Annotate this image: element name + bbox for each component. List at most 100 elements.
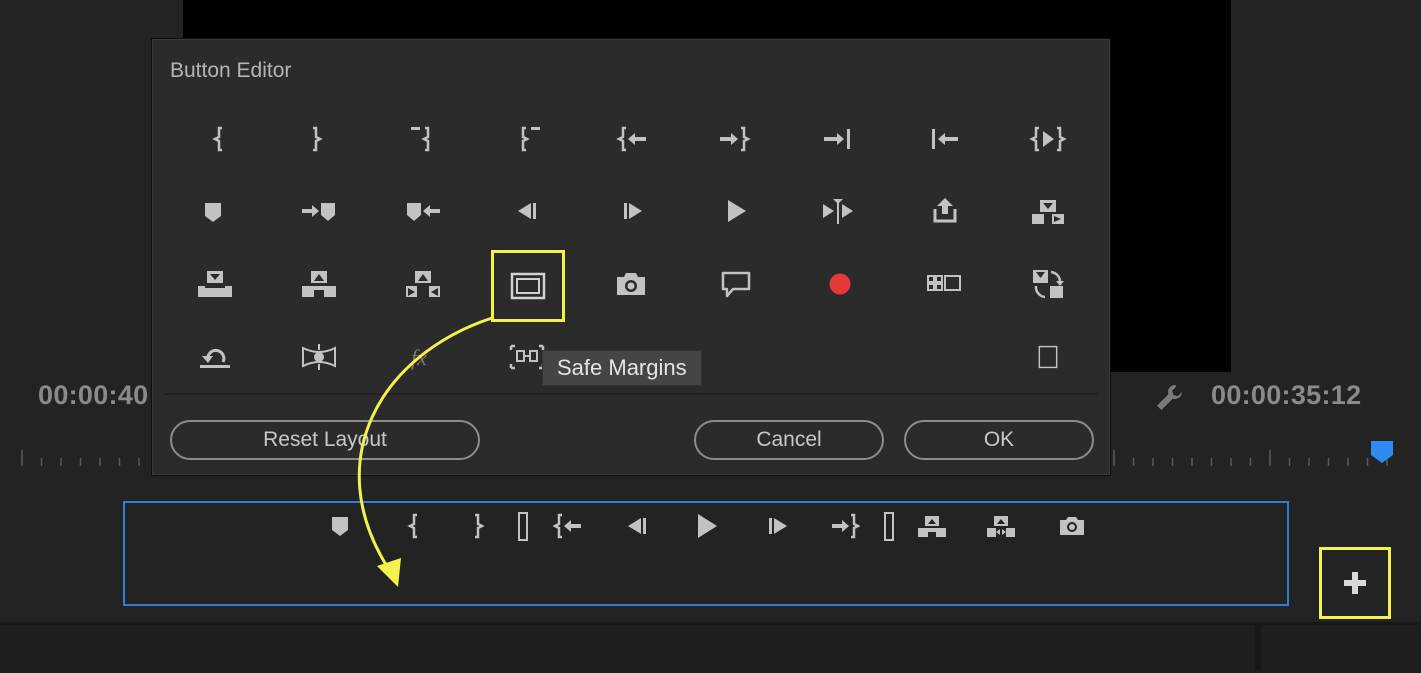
grid-extract[interactable] (1018, 186, 1078, 236)
play-in-to-out-icon (1029, 126, 1067, 152)
grid-loop[interactable] (185, 332, 245, 382)
grid-fx[interactable]: fx (393, 332, 453, 382)
playhead-marker[interactable] (1370, 440, 1394, 464)
bar-step-back[interactable] (617, 508, 657, 544)
multi-camera-icon (927, 275, 961, 291)
grid-toggle-proxies[interactable] (1018, 259, 1078, 309)
grid-lift[interactable] (914, 186, 974, 236)
bar-add-marker[interactable] (320, 508, 360, 544)
plus-icon (1344, 572, 1366, 594)
bar-export-frame[interactable] (1052, 508, 1092, 544)
bar-play[interactable] (686, 508, 726, 544)
record-icon (829, 273, 851, 295)
mark-out-icon (313, 126, 323, 152)
grid-go-to-next-edit[interactable] (808, 114, 868, 164)
grid-step-back[interactable] (497, 186, 557, 236)
dialog-separator (164, 393, 1098, 395)
grid-clear-out[interactable] (501, 114, 561, 164)
grid-mark-in[interactable] (189, 114, 249, 164)
button-editor-dialog: Button Editor fx Reset Layout Cancel OK (151, 38, 1111, 476)
bar-go-to-out[interactable] (825, 508, 865, 544)
svg-text:fx: fx (411, 345, 427, 370)
grid-go-to-next-marker[interactable] (289, 186, 349, 236)
bar-extract[interactable] (981, 508, 1021, 544)
clear-in-icon (411, 126, 430, 152)
mark-in-icon (212, 126, 222, 152)
go-to-out-icon (720, 126, 751, 152)
extract-icon (987, 516, 1015, 537)
ok-button[interactable]: OK (904, 420, 1094, 460)
bottom-panel-strip (0, 622, 1421, 673)
mark-in-icon (407, 513, 417, 539)
step-forward-icon (624, 203, 642, 219)
safe-margins-icon (510, 272, 546, 300)
duration-timecode: 00:00:35:12 (1211, 380, 1362, 410)
settings-wrench-button[interactable] (1153, 382, 1185, 414)
play-around-icon (823, 199, 853, 224)
grid-go-to-previous-marker[interactable] (393, 186, 453, 236)
export-frame-icon (1060, 517, 1084, 535)
bar-spacer[interactable] (503, 508, 543, 544)
grid-go-to-out[interactable] (704, 114, 764, 164)
grid-spacer[interactable] (1018, 332, 1078, 382)
grid-overwrite[interactable] (289, 259, 349, 309)
spacer-icon (518, 512, 528, 541)
fx-icon: fx (411, 345, 427, 370)
extract-icon (1032, 200, 1064, 224)
grid-clear-in[interactable] (390, 114, 450, 164)
replace-icon (406, 271, 440, 297)
clear-out-icon (521, 126, 540, 152)
grid-play-around[interactable] (808, 186, 868, 236)
add-button-editor-button[interactable] (1319, 547, 1391, 619)
add-marker-icon (205, 203, 221, 222)
grid-safe-margins[interactable] (491, 250, 565, 322)
grid-replace[interactable] (393, 259, 453, 309)
loop-icon (200, 348, 230, 368)
playhead-timecode[interactable]: 00:00:40 (38, 380, 148, 411)
grid-mark-out[interactable] (286, 114, 346, 164)
bar-step-forward[interactable] (758, 508, 798, 544)
bar-mark-out[interactable] (458, 508, 498, 544)
overwrite-icon (302, 271, 336, 297)
grid-multi-camera[interactable] (914, 259, 974, 309)
grid-comment[interactable] (706, 259, 766, 309)
compare-view-icon (509, 344, 545, 370)
toggle-proxies-icon (1033, 270, 1064, 299)
mark-out-icon (475, 513, 485, 539)
grid-play[interactable] (706, 186, 766, 236)
grid-step-forward[interactable] (603, 186, 663, 236)
export-frame-icon (617, 273, 645, 295)
go-to-out-icon (832, 513, 860, 539)
lift-icon (918, 516, 946, 537)
lift-icon (933, 198, 957, 223)
grid-go-to-previous-edit[interactable] (914, 114, 974, 164)
grid-play-in-to-out[interactable] (1018, 114, 1078, 164)
panel-divider[interactable] (1255, 625, 1261, 670)
grid-go-to-in[interactable] (603, 114, 663, 164)
reset-layout-button[interactable]: Reset Layout (170, 420, 480, 460)
bar-go-to-in[interactable] (548, 508, 588, 544)
go-to-in-icon (553, 513, 581, 539)
bar-spacer-2[interactable] (869, 508, 909, 544)
comment-icon (721, 271, 751, 298)
go-to-previous-marker-icon (407, 203, 440, 221)
step-back-icon (628, 518, 646, 534)
play-icon (728, 200, 746, 222)
insert-icon (198, 271, 232, 297)
cancel-button[interactable]: Cancel (694, 420, 884, 460)
go-to-in-icon (616, 126, 646, 152)
grid-global-fx-mute[interactable] (289, 332, 349, 382)
grid-add-marker[interactable] (183, 186, 243, 236)
bar-mark-in[interactable] (394, 508, 434, 544)
play-icon (698, 514, 717, 538)
safe-margins-tooltip: Safe Margins (542, 350, 702, 386)
grid-record[interactable] (810, 259, 870, 309)
spacer-icon (884, 512, 894, 541)
bar-lift[interactable] (912, 508, 952, 544)
step-forward-icon (769, 518, 787, 534)
dialog-title: Button Editor (170, 59, 292, 82)
spacer-icon (1038, 345, 1058, 369)
grid-export-frame[interactable] (601, 259, 661, 309)
grid-insert[interactable] (185, 259, 245, 309)
go-to-next-marker-icon (302, 203, 335, 221)
